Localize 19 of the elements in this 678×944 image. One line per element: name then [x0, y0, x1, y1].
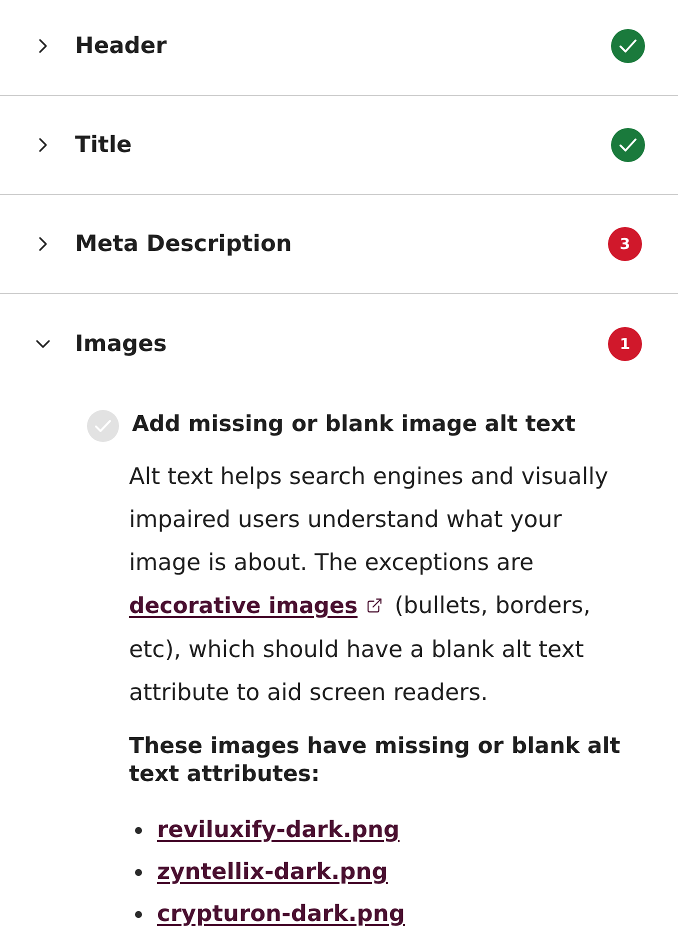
image-file-link[interactable]: zyntellix-dark.png — [157, 859, 388, 885]
decorative-images-link[interactable]: decorative images — [129, 594, 358, 619]
list-heading: These images have missing or blank alt text attributes: — [129, 733, 622, 789]
bullet-icon — [135, 910, 142, 918]
bullet-icon — [135, 826, 142, 834]
check-circle-icon — [611, 29, 645, 63]
issue-count-badge: 3 — [608, 227, 642, 261]
image-file-link[interactable]: reviluxify-dark.png — [157, 817, 400, 843]
accordion-header[interactable]: Header — [0, 0, 678, 95]
check-circle-icon — [611, 128, 645, 162]
check-description: Alt text helps search engines and visually impaired users understand what your image is about. The exceptions are decorative images (bullets, borders, etc), which should have a blank alt text attribute to aid screen readers. — [129, 463, 610, 708]
issue-count-badge: 1 — [608, 327, 642, 361]
accordion-header[interactable]: Images 1 — [0, 294, 678, 394]
external-link-icon — [366, 597, 383, 614]
bullet-icon — [135, 868, 142, 876]
accordion-header[interactable]: Meta Description 3 — [0, 195, 678, 293]
check-title: Add missing or blank image alt text — [132, 411, 577, 439]
accordion-header[interactable]: Title — [0, 96, 678, 194]
image-file-link[interactable]: crypturon-dark.png — [157, 901, 406, 927]
